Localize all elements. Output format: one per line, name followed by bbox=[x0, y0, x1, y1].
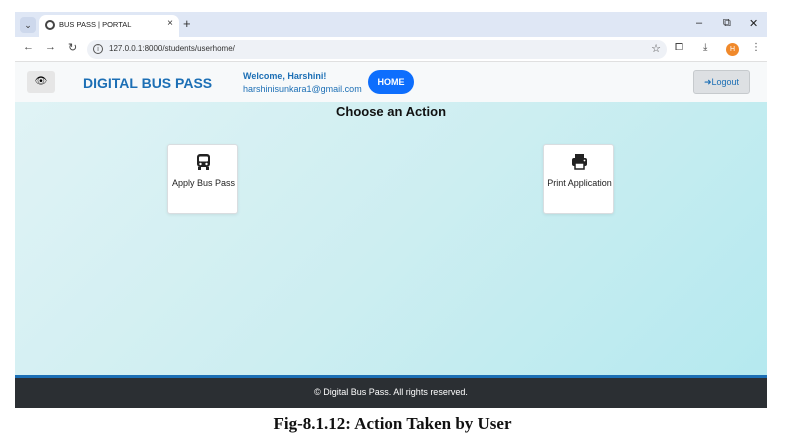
print-application-card[interactable]: Print Application bbox=[543, 144, 614, 214]
tab-menu-icon[interactable]: ⌄ bbox=[20, 17, 36, 33]
url-text: 127.0.0.1:8000/students/userhome/ bbox=[109, 44, 235, 53]
footer-text: © Digital Bus Pass. All rights reserved. bbox=[314, 387, 468, 397]
apply-bus-pass-card[interactable]: Apply Bus Pass bbox=[167, 144, 238, 214]
tab-title: BUS PASS | PORTAL bbox=[59, 20, 132, 29]
footer: © Digital Bus Pass. All rights reserved. bbox=[15, 378, 767, 408]
logout-label: Logout bbox=[711, 77, 740, 87]
info-icon[interactable]: i bbox=[93, 44, 103, 54]
home-button[interactable]: HOME bbox=[368, 70, 414, 94]
tab-strip: ⌄ BUS PASS | PORTAL × + – ⧉ ✕ bbox=[15, 12, 767, 37]
star-icon[interactable]: ☆ bbox=[651, 42, 661, 55]
download-icon[interactable]: ⤓ bbox=[703, 42, 707, 53]
page-title: Choose an Action bbox=[335, 104, 447, 119]
plus-icon[interactable]: + bbox=[183, 16, 191, 31]
browser-tab[interactable]: BUS PASS | PORTAL × bbox=[39, 15, 179, 37]
apply-bus-pass-label: Apply Bus Pass bbox=[171, 178, 236, 188]
print-application-label: Print Application bbox=[547, 178, 612, 188]
browser-window: ⌄ BUS PASS | PORTAL × + – ⧉ ✕ ← → ↻ i 12… bbox=[15, 12, 767, 408]
bus-icon bbox=[197, 154, 210, 170]
address-bar: ← → ↻ i 127.0.0.1:8000/students/userhome… bbox=[15, 37, 767, 62]
main-content: Choose an Action Apply Bus Pass Print Ap… bbox=[15, 102, 767, 375]
globe-icon bbox=[45, 20, 55, 30]
extensions-icon[interactable]: ⧠ bbox=[675, 42, 683, 53]
forward-icon[interactable]: → bbox=[45, 41, 56, 53]
window-close-icon[interactable]: ✕ bbox=[749, 17, 758, 30]
welcome-text: Welcome, Harshini! bbox=[243, 71, 327, 81]
restore-icon[interactable]: ⧉ bbox=[723, 17, 731, 30]
logout-icon: ➜ bbox=[703, 77, 712, 87]
minimize-icon[interactable]: – bbox=[696, 17, 702, 29]
profile-avatar[interactable]: H bbox=[726, 43, 739, 56]
logo-icon: 👁 bbox=[27, 71, 55, 93]
site-navbar: 👁 DIGITAL BUS PASS Welcome, Harshini! ha… bbox=[15, 62, 767, 102]
reload-icon[interactable]: ↻ bbox=[68, 41, 77, 54]
user-email: harshinisunkara1@gmail.com bbox=[243, 84, 362, 94]
logout-button[interactable]: ➜Logout bbox=[693, 70, 750, 94]
brand-title[interactable]: DIGITAL BUS PASS bbox=[83, 75, 212, 91]
back-icon[interactable]: ← bbox=[23, 41, 34, 53]
url-field[interactable]: i 127.0.0.1:8000/students/userhome/ ☆ bbox=[87, 40, 667, 59]
printer-icon bbox=[572, 154, 587, 170]
close-icon[interactable]: × bbox=[167, 18, 173, 29]
figure-caption: Fig-8.1.12: Action Taken by User bbox=[273, 414, 512, 433]
menu-icon[interactable]: ⋮ bbox=[751, 42, 761, 53]
